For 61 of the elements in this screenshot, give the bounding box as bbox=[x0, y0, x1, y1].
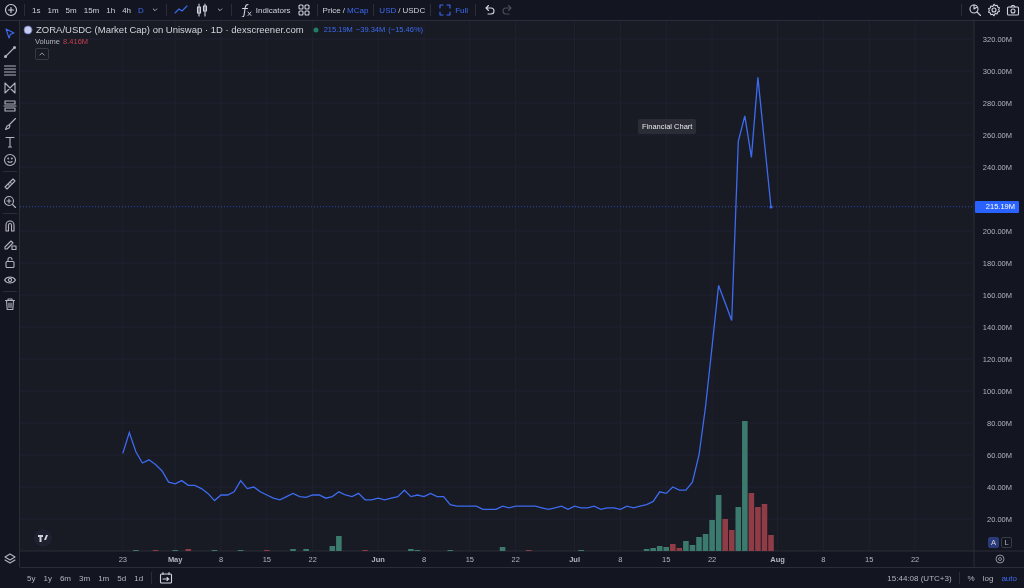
interval-button[interactable]: D bbox=[135, 1, 147, 19]
range-button[interactable]: 5y bbox=[24, 570, 39, 587]
separator-text: / bbox=[398, 5, 401, 15]
ruler-lines-icon bbox=[2, 99, 17, 113]
search-icon bbox=[968, 3, 982, 18]
indicators-button[interactable]: Indicators bbox=[235, 1, 294, 19]
scale-option[interactable]: % bbox=[964, 570, 978, 587]
range-button[interactable]: 5d bbox=[114, 570, 130, 587]
scale-option[interactable]: auto bbox=[998, 570, 1020, 587]
toggle-option[interactable]: USDC bbox=[401, 1, 427, 19]
clock-text: 15:44:08 (UTC+3) bbox=[887, 573, 952, 583]
range-button[interactable]: 6m bbox=[56, 570, 75, 587]
last-point-marker bbox=[769, 205, 773, 210]
add-button[interactable] bbox=[2, 1, 20, 19]
lock-icon bbox=[2, 255, 17, 269]
cursor-icon bbox=[2, 27, 17, 41]
brush-icon bbox=[2, 117, 17, 131]
toggle-option[interactable]: MCap bbox=[346, 1, 370, 19]
separator-text: / bbox=[342, 5, 345, 15]
smiley-icon bbox=[2, 153, 17, 167]
drawing-tool-button[interactable] bbox=[1, 97, 18, 115]
expand-icon bbox=[438, 3, 453, 18]
eye-icon bbox=[2, 273, 17, 287]
logo-icon bbox=[34, 529, 52, 548]
drawing-tool-button[interactable] bbox=[1, 151, 18, 169]
range-button[interactable]: 1d bbox=[131, 570, 147, 587]
trend-line-icon bbox=[2, 45, 17, 59]
search-button[interactable] bbox=[966, 1, 984, 19]
pattern-icon bbox=[2, 81, 17, 95]
ruler-icon bbox=[2, 177, 17, 191]
interval-button[interactable]: 15m bbox=[80, 1, 103, 19]
interval-button[interactable]: 1m bbox=[44, 1, 62, 19]
zoom-in-icon bbox=[2, 195, 17, 209]
range-button[interactable]: 3m bbox=[76, 570, 94, 587]
toggle-option[interactable]: Price bbox=[321, 1, 342, 19]
settings-icon[interactable] bbox=[995, 555, 1005, 564]
settings-icon bbox=[987, 3, 1001, 18]
grid-icon bbox=[296, 3, 311, 18]
coin-icon bbox=[23, 25, 33, 35]
interval-button[interactable]: 4h bbox=[119, 1, 135, 19]
calendar-icon bbox=[159, 571, 174, 586]
toggle-option[interactable]: USD bbox=[378, 1, 398, 19]
settings-button[interactable] bbox=[985, 1, 1003, 19]
camera-icon bbox=[1006, 3, 1020, 18]
drawing-tool-button[interactable] bbox=[1, 43, 18, 61]
chart-title: ZORA/USDC (Market Cap) on Uniswap · 1D · dexscreener.com bbox=[36, 24, 304, 36]
drawing-tool-button[interactable] bbox=[1, 193, 18, 211]
horizontal-lines-icon bbox=[2, 63, 17, 77]
trash-icon bbox=[2, 297, 17, 311]
interval-button[interactable]: 1s bbox=[29, 1, 44, 19]
plus-circle-icon bbox=[4, 3, 18, 18]
fullscreen-button[interactable]: Full bbox=[435, 1, 472, 19]
scale-option[interactable]: log bbox=[979, 570, 997, 587]
collapse-button[interactable] bbox=[35, 48, 49, 61]
layers-icon bbox=[2, 552, 17, 566]
interval-button[interactable]: 5m bbox=[62, 1, 80, 19]
text-icon bbox=[2, 135, 17, 149]
range-button[interactable]: 1m bbox=[95, 570, 113, 587]
interval-button[interactable]: 1h bbox=[103, 1, 119, 19]
magnet-icon bbox=[2, 219, 17, 233]
range-button[interactable]: 1y bbox=[40, 570, 55, 587]
